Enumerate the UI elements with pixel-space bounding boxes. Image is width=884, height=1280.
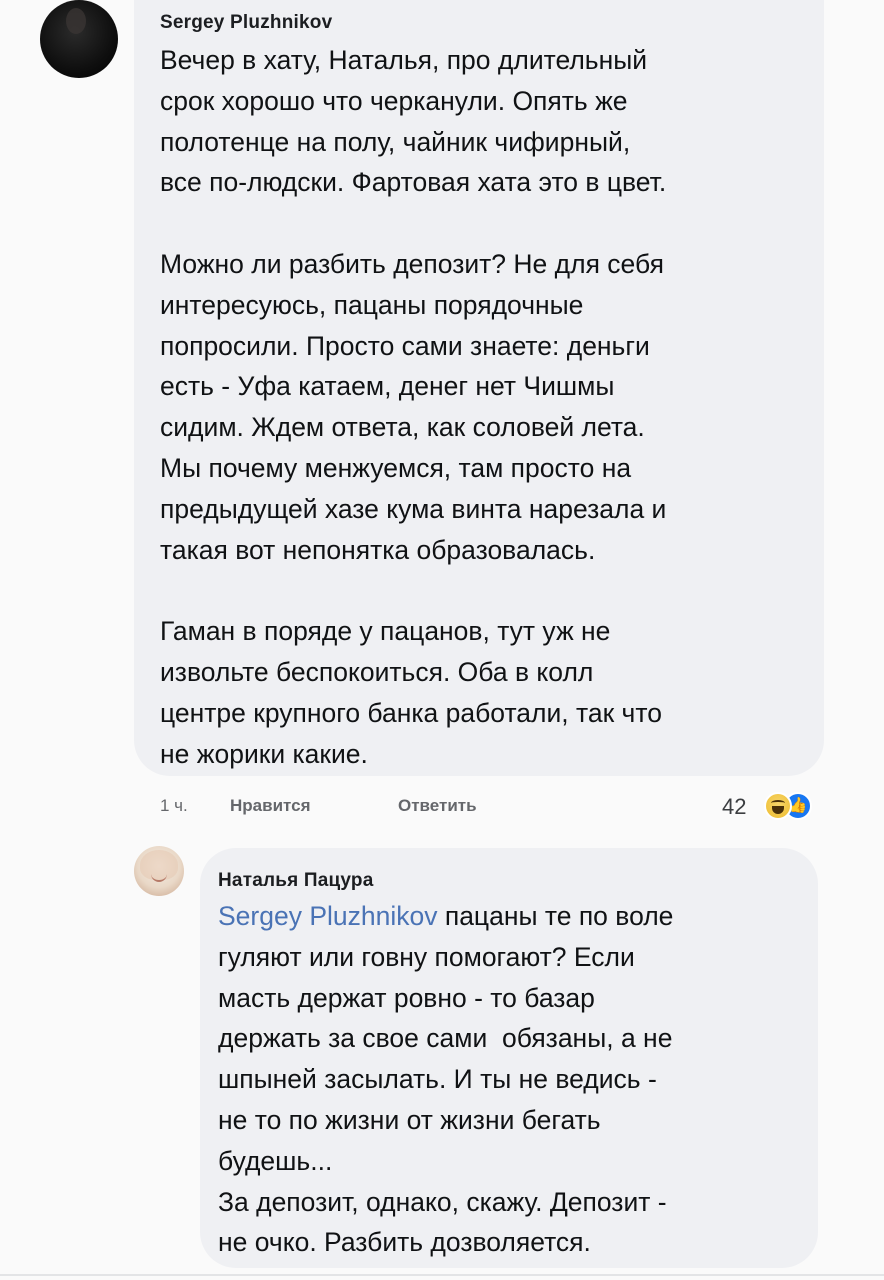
comment-line: Мы почему менжуемся, там просто на: [160, 452, 632, 483]
comment-author-name[interactable]: Наталья Пацура: [218, 870, 798, 892]
avatar-smile: [151, 872, 167, 882]
like-button[interactable]: Нравится: [230, 796, 311, 816]
comment-line: полотенце на полу, чайник чифирный,: [160, 126, 631, 157]
comment-line: интересуюсь, пацаны порядочные: [160, 289, 584, 320]
avatar-sergey[interactable]: [40, 0, 118, 78]
comment-timestamp[interactable]: 1 ч.: [160, 796, 188, 816]
reply-button[interactable]: Ответить: [398, 796, 477, 816]
comment-paragraph-3: Гаман в порядe у пацанов, тут уж не изво…: [160, 611, 800, 774]
comment-line: масть держат ровно - то базар: [218, 982, 595, 1013]
comment-thread: Sergey Pluzhnikov Вечер в хату, Наталья,…: [0, 0, 884, 1280]
comment-line: извольте беспокоиться. Оба в колл: [160, 656, 594, 687]
avatar-natalya[interactable]: [134, 846, 184, 896]
comment-line: шпыней засылать. И ты не ведись -: [218, 1064, 657, 1095]
comment-paragraph-2: Можно ли разбить депозит? Не для себя ин…: [160, 244, 800, 570]
comment-line: Гаман в порядe у пацанов, тут уж не: [160, 616, 611, 647]
comment-line: попросили. Просто сами знаете: деньги: [160, 330, 650, 361]
comment-line: Можно ли разбить депозит? Не для себя: [160, 248, 664, 279]
comment-line: не очко. Разбить дозволяется.: [218, 1227, 591, 1258]
comment-text: пацаны те по воле: [437, 901, 674, 931]
comment-line: есть - Уфа катаем, денег нет Чишмы: [160, 371, 615, 402]
comment-line: Вечер в хату, Наталья, про длительный: [160, 45, 648, 75]
reaction-count[interactable]: 42: [722, 794, 746, 820]
user-mention-link[interactable]: Sergey Pluzhnikov: [218, 901, 437, 931]
comment-line: Sergey Pluzhnikov пацаны те по воле: [218, 896, 798, 937]
comment-actions: 1 ч. Нравится Ответить 42 👍: [160, 792, 820, 822]
comment-line: центре крупного банка работали, так что: [160, 697, 662, 728]
comment-author-name[interactable]: Sergey Pluzhnikov: [160, 12, 800, 34]
comment-line: не то по жизни от жизни бегать: [218, 1104, 601, 1135]
comment-line: держать за свое сами обязаны, а не: [218, 1023, 673, 1054]
divider: [0, 1274, 884, 1276]
comment-line: срок хорошо что черканули. Опять же: [160, 85, 628, 116]
avatar-face: [66, 8, 86, 34]
comment-line: будешь...: [218, 1145, 333, 1176]
comment-line: гуляют или говну помогают? Если: [218, 941, 635, 972]
comment-bubble-natalya: Наталья Пацура Sergey Pluzhnikov пацаны …: [200, 848, 818, 1268]
comment-line: сидим. Ждем ответа, как соловей лета.: [160, 412, 645, 443]
comment-line: За депозит, однако, скажу. Депозит -: [218, 1186, 667, 1217]
haha-icon[interactable]: [764, 792, 792, 820]
comment-paragraph-1: Вечер в хату, Наталья, про длительный ср…: [160, 40, 800, 203]
comment-line: все по-людски. Фартовая хата это в цвет.: [160, 167, 667, 198]
comment-bubble-sergey: Sergey Pluzhnikov Вечер в хату, Наталья,…: [134, 0, 824, 776]
comment-line: не жорики какие.: [160, 738, 368, 769]
comment-line: такая вот непонятка образовалась.: [160, 534, 596, 565]
haha-mouth: [772, 806, 784, 814]
comment-line: предыдущей хазе кума винта нарезала и: [160, 493, 667, 524]
